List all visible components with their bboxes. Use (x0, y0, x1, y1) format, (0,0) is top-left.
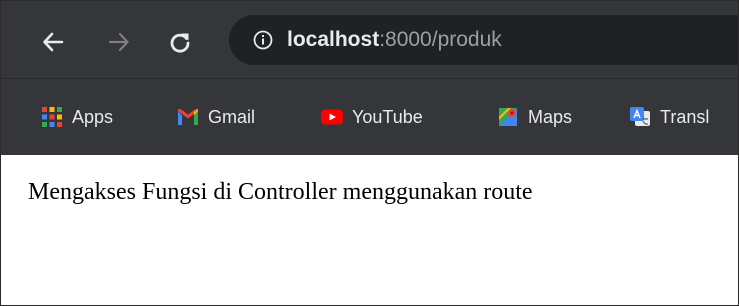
reload-icon (170, 33, 190, 53)
gmail-icon (178, 109, 198, 125)
bookmark-maps[interactable]: Maps (497, 105, 572, 129)
maps-icon (499, 108, 517, 126)
bookmark-label: Gmail (208, 106, 256, 127)
bookmarks-bar: Apps Gmail YouTube Maps Transl (1, 78, 738, 155)
browser-toolbar: localhost:8000/produk (1, 1, 738, 78)
forward-button[interactable] (108, 31, 130, 53)
address-bar[interactable]: localhost:8000/produk (229, 15, 738, 65)
page-content: Mengakses Fungsi di Controller menggunak… (1, 155, 738, 305)
bookmark-label: Maps (528, 106, 573, 127)
reload-button[interactable] (169, 31, 191, 53)
apps-grid-icon (42, 107, 62, 127)
url-path: :8000/produk (379, 28, 502, 51)
info-icon[interactable] (253, 30, 273, 50)
youtube-icon (321, 109, 343, 125)
bookmark-apps[interactable]: Apps (41, 105, 113, 129)
url-host: localhost (287, 28, 380, 51)
bookmark-label: Transl (660, 106, 710, 127)
browser-window: localhost:8000/produk Apps Gmail YouTube… (0, 0, 739, 306)
bookmark-translate[interactable]: Transl (629, 105, 709, 129)
back-arrow-icon (43, 32, 64, 52)
bookmark-label: Apps (72, 106, 114, 127)
page-body-text: Mengakses Fungsi di Controller menggunak… (28, 179, 533, 205)
bookmark-gmail[interactable]: Gmail (177, 105, 255, 129)
url-text[interactable]: localhost:8000/produk (287, 28, 502, 52)
bookmark-youtube[interactable]: YouTube (321, 105, 423, 129)
bookmark-label: YouTube (352, 106, 423, 127)
back-button[interactable] (42, 31, 64, 53)
forward-arrow-icon (108, 32, 129, 52)
translate-icon (630, 107, 650, 126)
